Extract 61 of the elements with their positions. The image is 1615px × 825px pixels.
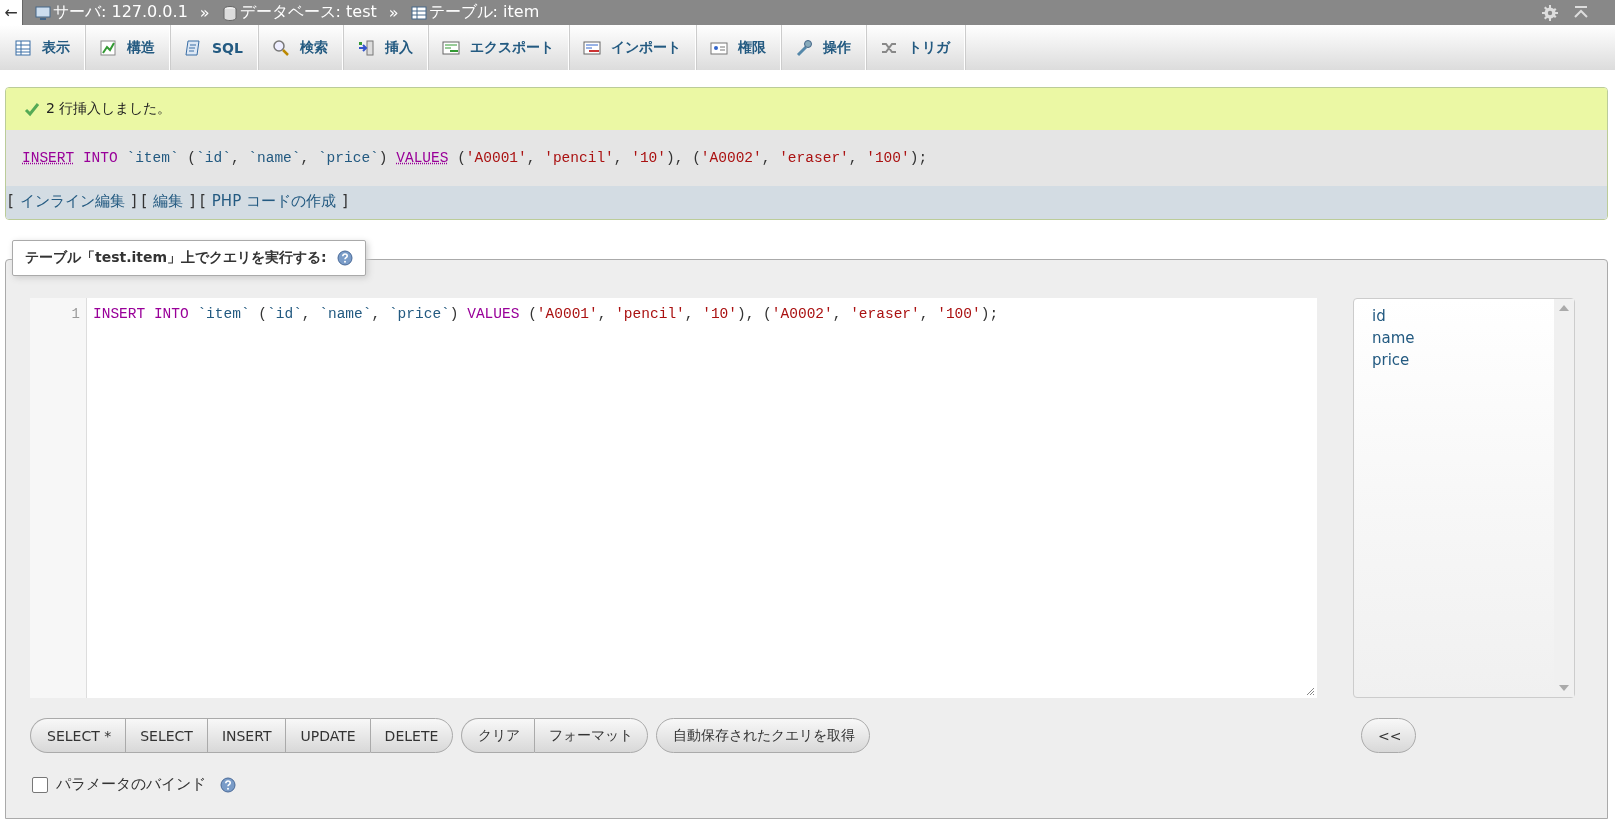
tab[interactable]: インポート — [568, 25, 696, 70]
cylinder-icon — [221, 4, 238, 21]
export-icon — [441, 38, 460, 57]
settings-icon[interactable] — [1541, 3, 1559, 22]
query-button[interactable]: フォーマット — [534, 718, 649, 753]
query-button[interactable]: クリア — [461, 718, 535, 753]
query-button[interactable]: INSERT — [206, 718, 286, 753]
query-button[interactable]: UPDATE — [285, 718, 370, 753]
column-item[interactable]: price — [1372, 351, 1554, 369]
tab[interactable]: 挿入 — [342, 25, 428, 70]
help-icon[interactable] — [336, 250, 353, 266]
import-icon — [582, 38, 601, 57]
chart-icon — [99, 38, 117, 57]
separator-text: » — [199, 3, 210, 22]
checkbox[interactable] — [32, 776, 48, 793]
action-link[interactable]: 編集 — [153, 192, 184, 211]
query-button[interactable]: 自動保存されたクエリを取得 — [656, 718, 871, 753]
line-number: 1 — [70, 305, 81, 322]
sql-query-text: INSERT INTO `item` (`id`, `name`, `price`) VALUES ('A0001', 'pencil', '10'), ('A0002', 'eraser', '100'); — [22, 150, 929, 166]
checkmark-icon — [24, 101, 40, 117]
query-button[interactable]: DELETE — [369, 718, 454, 753]
tab[interactable]: 権限 — [695, 25, 781, 70]
message-text: 2 行挿入しました。 — [46, 100, 172, 118]
separator-text: » — [388, 3, 399, 22]
tab[interactable]: 表示 — [0, 25, 85, 70]
action-link[interactable]: インライン編集 — [19, 192, 125, 211]
tab[interactable]: 構造 — [85, 25, 170, 70]
wrench-icon — [794, 38, 813, 57]
document-icon — [184, 38, 202, 57]
bracket-text: [ — [8, 192, 14, 211]
back-link[interactable]: ← — [0, 0, 23, 25]
tab[interactable]: 操作 — [780, 25, 866, 70]
bracket-text: ] [ — [189, 192, 206, 211]
code-line: INSERT INTO `item` (`id`, `name`, `price`) VALUES ('A0001', 'pencil', '10'), ('A0002', 'eraser', '100'); — [93, 306, 999, 322]
action-link[interactable]: PHP コードの作成 — [211, 192, 336, 211]
resize-grip-icon — [1305, 686, 1315, 696]
table-icon — [410, 4, 427, 21]
bracket-text: ] [ — [130, 192, 148, 211]
breadcrumb-link[interactable]: データベース: test — [221, 2, 377, 23]
scroll-down-icon[interactable] — [1559, 685, 1569, 691]
magnifier-icon — [271, 38, 290, 57]
monitor-icon — [35, 4, 51, 21]
bracket-text: ] — [341, 192, 348, 211]
help-icon[interactable] — [220, 776, 236, 793]
insert-icon — [356, 38, 375, 57]
column-item[interactable]: name — [1372, 329, 1554, 347]
query-button[interactable]: SELECT * — [30, 718, 126, 753]
column-item[interactable]: id — [1372, 307, 1554, 325]
insert-column-button[interactable]: << — [1361, 718, 1417, 753]
checkbox-label: パラメータのバインド — [56, 775, 206, 794]
table-icon — [14, 38, 32, 57]
breadcrumb-link[interactable]: サーバ: 127.0.0.1 — [35, 2, 188, 23]
tab[interactable]: 検索 — [257, 25, 343, 70]
tab[interactable]: SQL — [170, 25, 258, 70]
tab[interactable]: トリガ — [865, 25, 965, 70]
query-button[interactable]: SELECT — [125, 718, 207, 753]
breadcrumb-link[interactable]: テーブル: item — [410, 2, 540, 23]
scroll-up-icon[interactable] — [1559, 305, 1569, 311]
sql-editor[interactable]: 1 INSERT INTO `item` (`id`, `name`, `price`) VALUES ('A0001', 'pencil', '10'), ('A0002', 'eraser', '100'); — [30, 298, 1317, 698]
legend-text: テーブル「test.item」上でクエリを実行する: — [25, 249, 327, 267]
tab[interactable]: エクスポート — [427, 25, 569, 70]
